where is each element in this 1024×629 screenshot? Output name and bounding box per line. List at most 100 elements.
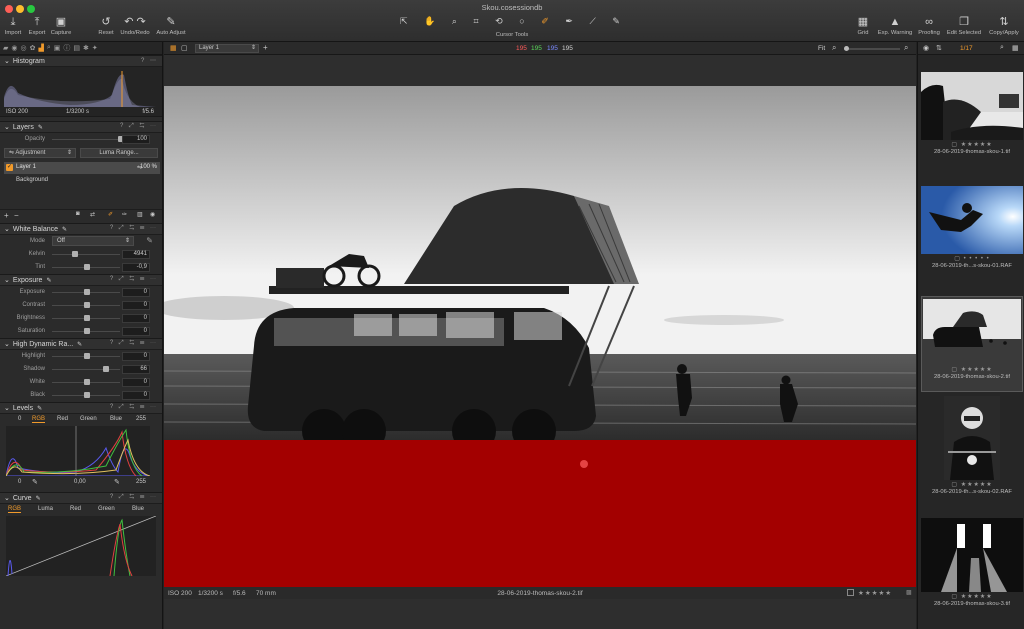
white-value[interactable]: 0 <box>122 378 150 387</box>
status-select-checkbox[interactable] <box>847 589 854 596</box>
thumb-rating[interactable]: ★★★★★ <box>961 367 993 373</box>
exposure-warning-button[interactable]: ▲ Exp. Warning <box>875 14 915 36</box>
levels-channel-green[interactable]: Green <box>80 416 97 422</box>
copy-apply-button[interactable]: ⇅ Copy/Apply <box>985 14 1023 36</box>
gradient-mask-icon[interactable]: ▥ <box>137 211 143 218</box>
thumb-rating[interactable]: ★★★★★ <box>961 594 993 600</box>
thumb-rating[interactable]: ★★★★★ <box>961 142 993 148</box>
histogram-header[interactable]: ⌄ Histogram ? ⋯ <box>0 55 162 67</box>
zoom-in-icon[interactable]: ⌕ <box>904 43 908 53</box>
annotate-icon[interactable]: ✎ <box>612 16 620 28</box>
layer-select[interactable]: Layer 1 ⇕ <box>195 44 259 53</box>
radial-mask-icon[interactable]: ◉ <box>150 211 155 218</box>
layer-item-layer-1[interactable]: ✓ Layer 1 ⇋ 100 % <box>4 162 160 174</box>
kelvin-slider[interactable] <box>72 251 78 257</box>
zoom-out-icon[interactable]: ⌕ <box>832 43 836 53</box>
brightness-value[interactable]: 0 <box>122 314 150 323</box>
exposure-value[interactable]: 0 <box>122 288 150 297</box>
layers-header[interactable]: ⌄ Layers ✎ ? ⤢ ⇆ ⋯ <box>0 121 162 133</box>
swap-icon[interactable]: ⇄ <box>90 211 95 218</box>
color-tag-icon[interactable]: ▩ <box>906 589 912 596</box>
kelvin-value[interactable]: 4941 <box>122 250 150 259</box>
eyedropper-black-icon[interactable]: ✎ <box>32 478 38 486</box>
more-icon[interactable]: ⋯ <box>150 58 158 64</box>
thumb-checkbox[interactable]: ▢ <box>951 367 958 373</box>
draw-mask-icon[interactable]: ✐ <box>108 211 113 218</box>
curve-header[interactable]: ⌄ Curve ✎ ? ⤢ ⇆ ☰ ⋯ <box>0 492 162 504</box>
layers-tools[interactable]: ? ⤢ ⇆ ⋯ <box>120 123 158 130</box>
tint-value[interactable]: -0,9 <box>122 263 150 272</box>
highlight-value[interactable]: 0 <box>122 352 150 361</box>
spot-icon[interactable]: ○ <box>519 16 524 28</box>
shadow-slider[interactable] <box>103 366 109 372</box>
settings-tab-icon[interactable]: ✱ <box>83 44 89 52</box>
pointer-icon[interactable]: ⇱ <box>400 16 408 28</box>
curve-channel-green[interactable]: Green <box>98 506 115 512</box>
tint-slider[interactable] <box>84 264 90 270</box>
grid-button[interactable]: ▦ Grid <box>852 14 874 36</box>
levels-graph[interactable] <box>5 426 151 477</box>
zoom-knob[interactable] <box>844 46 849 51</box>
wb-tools[interactable]: ? ⤢ ⇆ ☰ ⋯ <box>110 225 158 232</box>
search-icon[interactable]: ⌕ <box>1000 44 1004 52</box>
gradient-icon[interactable]: ✒ <box>565 16 573 28</box>
image-viewer[interactable] <box>164 55 916 587</box>
adjustment-dropdown[interactable]: ⇋ Adjustment ⇕ <box>4 148 76 158</box>
levels-midtone[interactable]: 0,00 <box>74 479 86 485</box>
zoom-tool-icon[interactable]: ⌕ <box>452 16 457 28</box>
black-slider[interactable] <box>84 392 90 398</box>
output-tab-icon[interactable]: ✦ <box>92 44 98 52</box>
status-rating[interactable]: ★★★★★ <box>858 589 892 597</box>
hdr-tools[interactable]: ? ⤢ ⇆ ☰ ⋯ <box>110 340 158 347</box>
contrast-slider[interactable] <box>84 302 90 308</box>
info-tab-icon[interactable]: ⓘ <box>63 43 70 53</box>
folder-tab-icon[interactable]: ▰ <box>3 44 8 52</box>
exposure-header[interactable]: ⌄ Exposure ✎ ? ⤢ ⇆ ☰ ⋯ <box>0 274 162 286</box>
contrast-value[interactable]: 0 <box>122 301 150 310</box>
thumb-checkbox[interactable]: ▢ <box>954 256 961 262</box>
brush-icon[interactable]: ✐ <box>541 16 549 28</box>
layer-checkbox[interactable]: ✓ <box>6 164 13 171</box>
eyedropper-icon[interactable]: ✎ <box>146 236 153 245</box>
add-icon[interactable]: + <box>263 43 268 52</box>
rotate-icon[interactable]: ⟲ <box>495 16 503 28</box>
thumb-rating[interactable]: • • • • • <box>964 256 990 262</box>
add-layer-icon[interactable]: + <box>4 211 9 220</box>
exposure-tab-icon[interactable]: ▟ <box>38 44 43 52</box>
help-icon[interactable]: ? <box>141 58 146 64</box>
brightness-slider[interactable] <box>84 315 90 321</box>
picker-icon[interactable]: ⟋ <box>589 16 595 28</box>
white-slider[interactable] <box>84 379 90 385</box>
thumb-checkbox[interactable]: ▢ <box>951 594 958 600</box>
exposure-slider[interactable] <box>84 289 90 295</box>
color-tab-icon[interactable]: ✿ <box>30 44 36 52</box>
single-view-icon[interactable]: ▢ <box>181 44 188 52</box>
levels-output-high[interactable]: 255 <box>136 479 146 485</box>
fit-label[interactable]: Fit <box>818 45 825 52</box>
browser-grid-icon[interactable]: ▦ <box>1012 44 1019 52</box>
curve-channel-red[interactable]: Red <box>70 506 81 512</box>
layer-item-background[interactable]: Background <box>4 174 160 187</box>
levels-tools[interactable]: ? ⤢ ⇆ ☰ ⋯ <box>110 404 158 411</box>
levels-channel-blue[interactable]: Blue <box>110 416 122 422</box>
levels-input-high[interactable]: 255 <box>136 416 146 422</box>
curve-channel-rgb[interactable]: RGB <box>8 506 22 513</box>
shadow-value[interactable]: 66 <box>122 365 150 374</box>
highlight-slider[interactable] <box>84 353 90 359</box>
levels-channel-rgb[interactable]: RGB <box>32 416 46 423</box>
details-tab-icon[interactable]: ▣ <box>54 44 61 52</box>
levels-channel-red[interactable]: Red <box>57 416 68 422</box>
curve-channel-blue[interactable]: Blue <box>132 506 144 512</box>
eye-icon[interactable]: ◉ <box>923 44 929 52</box>
pan-icon[interactable]: ✋ <box>424 16 435 28</box>
levels-input-low[interactable]: 0 <box>18 416 21 422</box>
camera-tab-icon[interactable]: ◉ <box>11 44 17 52</box>
saturation-value[interactable]: 0 <box>122 327 150 336</box>
browser-thumb-3-selected[interactable]: ▢ ★★★★★ 28-06-2019-thomas-skou-2.tif <box>921 296 1023 392</box>
hdr-header[interactable]: ⌄ High Dynamic Ra... ✎ ? ⤢ ⇆ ☰ ⋯ <box>0 338 162 350</box>
saturation-slider[interactable] <box>84 328 90 334</box>
curve-graph[interactable] <box>5 515 157 577</box>
eyedropper-white-icon[interactable]: ✎ <box>114 478 120 486</box>
exposure-tools[interactable]: ? ⤢ ⇆ ☰ ⋯ <box>110 276 158 283</box>
levels-header[interactable]: ⌄ Levels ✎ ? ⤢ ⇆ ☰ ⋯ <box>0 402 162 414</box>
